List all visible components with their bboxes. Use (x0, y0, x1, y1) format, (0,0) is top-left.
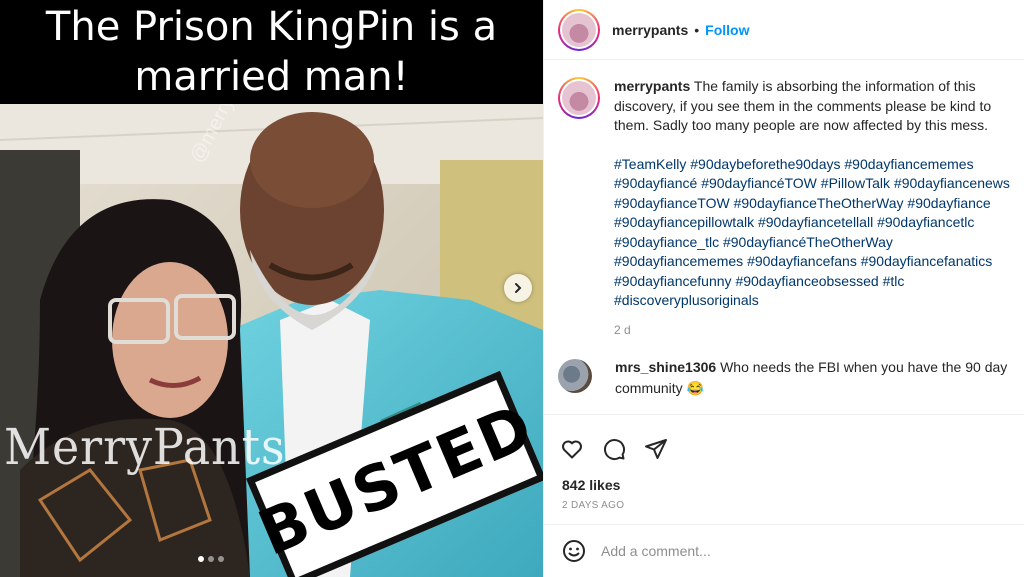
chevron-right-icon (515, 283, 522, 293)
smiley-icon[interactable] (562, 539, 586, 563)
hashtag-link[interactable]: #90daybeforethe90days (690, 156, 840, 172)
add-comment-bar (544, 524, 1024, 577)
carousel-dots (198, 556, 224, 562)
comment-bubble-icon[interactable] (602, 437, 626, 461)
hashtag-link[interactable]: #TeamKelly (614, 156, 686, 172)
comment-row: mrs_shine1306 Who needs the FBI when you… (558, 357, 1020, 399)
hashtag-link[interactable]: #90dayfiancememes (844, 156, 973, 172)
watermark: MerryPants (4, 418, 286, 476)
comment-body: mrs_shine1306 Who needs the FBI when you… (615, 357, 1020, 399)
photo-caption-bar: The Prison KingPin is a married man! (0, 0, 543, 104)
hashtag-link[interactable]: #90dayfiancefanatics (861, 253, 993, 269)
hashtag-link[interactable]: #tlc (883, 273, 905, 289)
add-comment-input[interactable] (601, 543, 981, 559)
caption-row: merrypants The family is absorbing the i… (544, 61, 1024, 340)
hashtag-link[interactable]: #90dayfiancéTOW (701, 175, 817, 191)
hashtag-link[interactable]: #90dayfiancéTheOtherWay (723, 234, 893, 250)
hashtag-link[interactable]: #90dayfiancé (614, 175, 697, 191)
comment-emoji: 😂 (686, 380, 705, 396)
hashtag-link[interactable]: #90dayfianceobsessed (735, 273, 878, 289)
hashtag-link[interactable]: #90dayfiancetlc (877, 214, 974, 230)
hashtag-link[interactable]: #90dayfianceTOW (614, 195, 730, 211)
post-panel: merrypants • Follow merrypants The famil… (543, 0, 1024, 577)
action-bar (544, 415, 1024, 469)
paper-plane-icon[interactable] (644, 437, 668, 461)
carousel-next-button[interactable] (504, 274, 532, 302)
comment-username[interactable]: mrs_shine1306 (615, 359, 716, 375)
likes-count[interactable]: 842 likes (544, 477, 1024, 493)
hashtag-link[interactable]: #90dayfiancepillowtalk (614, 214, 754, 230)
post-header: merrypants • Follow (544, 0, 1024, 60)
photo-caption-line2: married man! (134, 54, 409, 100)
heart-icon[interactable] (560, 437, 584, 461)
caption-body: merrypants The family is absorbing the i… (614, 77, 1011, 340)
hashtag-link[interactable]: #90dayfiancetellall (758, 214, 873, 230)
post-comments-area[interactable]: merrypants The family is absorbing the i… (544, 61, 1024, 413)
hashtag-link[interactable]: #90dayfiancememes (614, 253, 743, 269)
hashtag-link[interactable]: #90dayfiancefunny (614, 273, 732, 289)
caption-avatar[interactable] (558, 77, 600, 119)
avatar[interactable] (558, 8, 600, 51)
post-date[interactable]: 2 DAYS AGO (544, 500, 1024, 511)
hashtag-link[interactable]: #90dayfiance (907, 195, 990, 211)
follow-button[interactable]: Follow (705, 22, 749, 38)
hashtag-link[interactable]: #90dayfianceTheOtherWay (734, 195, 904, 211)
caption-age: 2 d (614, 322, 631, 337)
photo-caption-line1: The Prison KingPin is a (45, 4, 498, 50)
hashtag-link[interactable]: #discoveryplusoriginals (614, 292, 759, 308)
carousel-dot (208, 556, 214, 562)
carousel-dot (218, 556, 224, 562)
commenter-avatar[interactable] (558, 359, 592, 393)
post-photo[interactable]: The Prison KingPin is a married man! @me… (0, 0, 543, 577)
carousel-dot (198, 556, 204, 562)
header-separator: • (694, 21, 700, 38)
hashtag-link[interactable]: #90dayfiancefans (747, 253, 857, 269)
hashtag-link[interactable]: #90dayfiance_tlc (614, 234, 719, 250)
hashtag-link[interactable]: #PillowTalk (821, 175, 890, 191)
hashtags: #TeamKelly #90daybeforethe90days #90dayf… (614, 155, 1011, 311)
caption-username[interactable]: merrypants (614, 78, 690, 94)
hashtag-link[interactable]: #90dayfiancenews (894, 175, 1010, 191)
actions-area: 842 likes 2 DAYS AGO (544, 414, 1024, 511)
header-username[interactable]: merrypants (612, 22, 688, 38)
